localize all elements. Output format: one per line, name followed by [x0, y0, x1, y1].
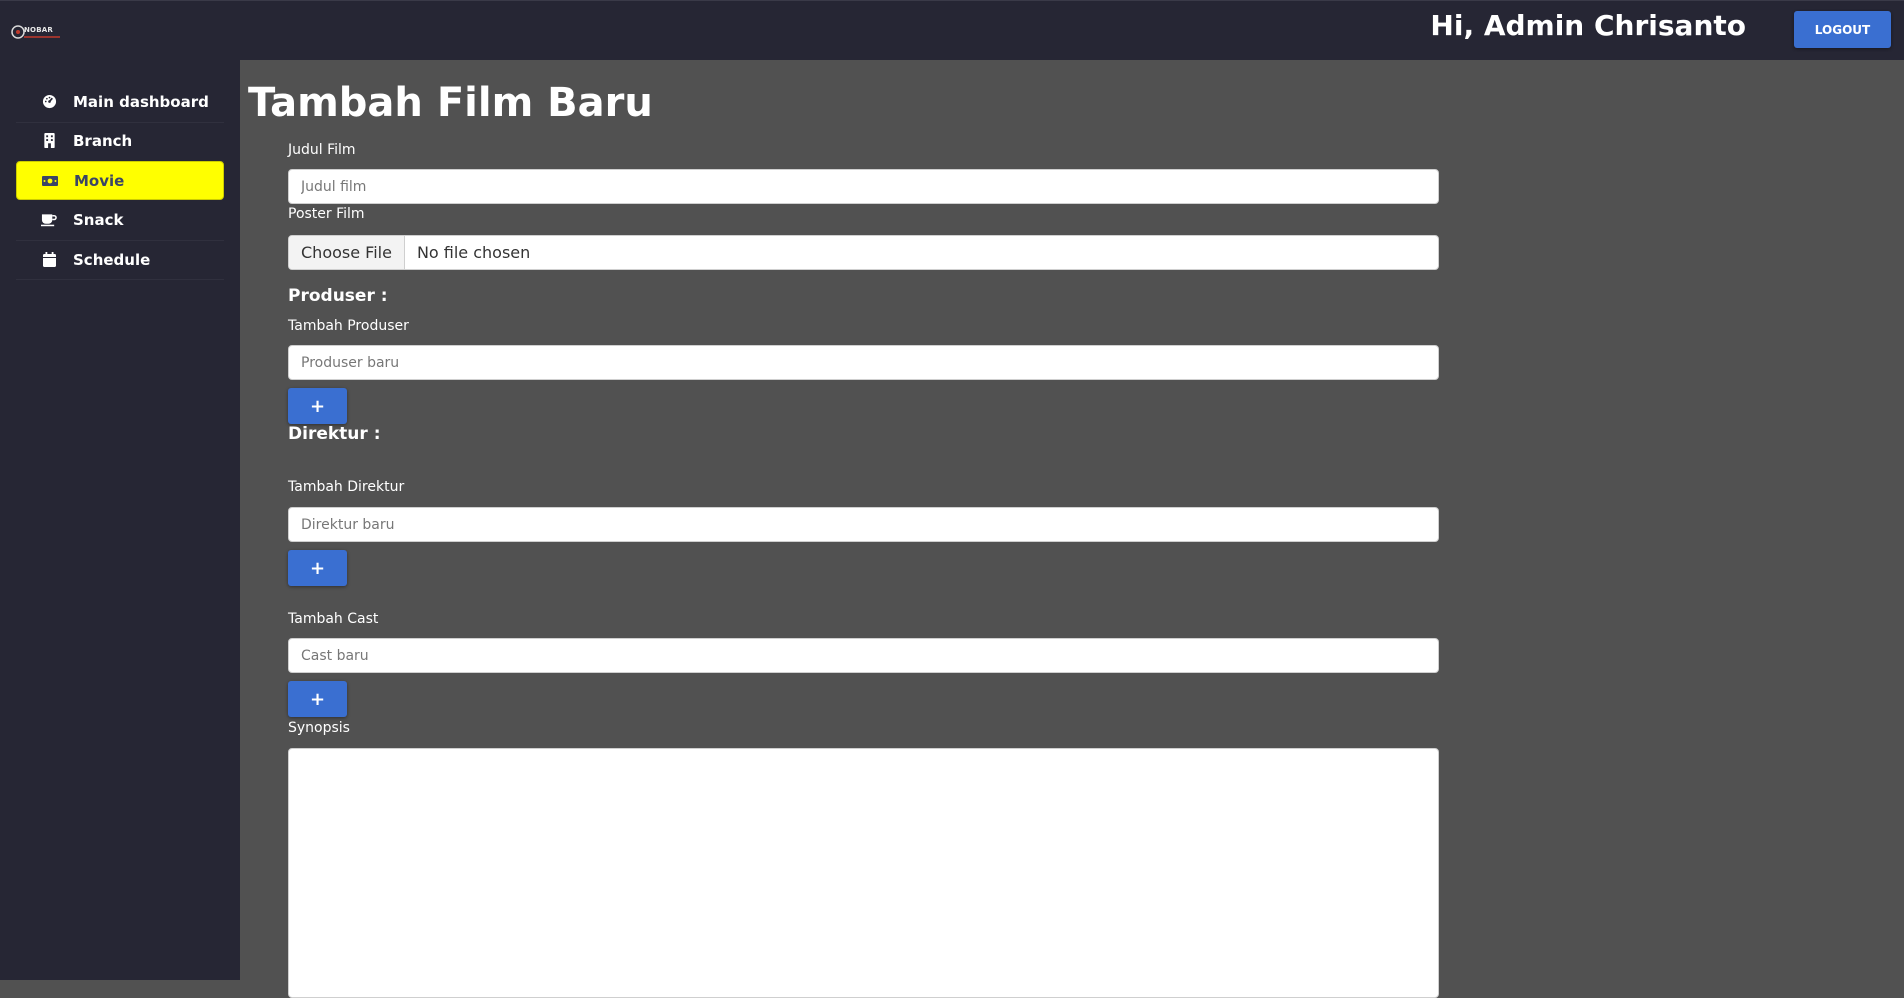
synopsis-textarea[interactable]: [288, 748, 1439, 998]
sidebar-item-label: Main dashboard: [73, 92, 209, 111]
produser-input[interactable]: [288, 345, 1439, 380]
sidebar-item-movie[interactable]: Movie: [16, 161, 224, 200]
choose-file-button[interactable]: Choose File: [289, 236, 405, 269]
file-status-text: No file chosen: [416, 243, 531, 262]
sidebar-item-branch[interactable]: Branch: [16, 121, 224, 160]
money-bill-icon: [42, 173, 58, 189]
sidebar-item-schedule[interactable]: Schedule: [16, 240, 224, 279]
sidebar-item-label: Movie: [74, 171, 125, 190]
add-cast-button[interactable]: +: [288, 681, 347, 717]
direktur-section-heading: Direktur :: [288, 424, 381, 444]
poster-file-input[interactable]: Choose File No file chosen: [288, 235, 1439, 270]
add-direktur-button[interactable]: +: [288, 550, 347, 586]
brand-logo[interactable]: NOBAR: [10, 23, 64, 41]
greeting-text: Hi, Admin Chrisanto: [1430, 9, 1746, 42]
top-bar: NOBAR Hi, Admin Chrisanto LOGOUT: [0, 0, 1904, 60]
add-produser-button[interactable]: +: [288, 388, 347, 424]
tambah-cast-label: Tambah Cast: [288, 611, 379, 627]
judul-film-label: Judul Film: [288, 142, 356, 158]
sidebar-item-main-dashboard[interactable]: Main dashboard: [16, 82, 224, 121]
building-icon: [41, 133, 57, 149]
sidebar-item-label: Schedule: [73, 250, 151, 269]
synopsis-label: Synopsis: [288, 720, 350, 736]
sidebar-item-snack[interactable]: Snack: [16, 200, 224, 239]
tambah-direktur-label: Tambah Direktur: [288, 479, 405, 495]
poster-film-label: Poster Film: [288, 206, 365, 222]
calendar-icon: [41, 252, 57, 268]
sidebar-item-label: Branch: [73, 131, 133, 150]
cast-input[interactable]: [288, 638, 1439, 673]
logo-text: NOBAR: [24, 26, 53, 34]
sidebar-divider: [16, 279, 224, 280]
sidebar-item-label: Snack: [73, 210, 124, 229]
judul-film-input[interactable]: [288, 169, 1439, 204]
page-title: Tambah Film Baru: [248, 80, 653, 126]
gauge-icon: [41, 94, 57, 110]
tambah-produser-label: Tambah Produser: [288, 318, 409, 334]
logout-button[interactable]: LOGOUT: [1794, 11, 1891, 48]
direktur-input[interactable]: [288, 507, 1439, 542]
produser-section-heading: Produser :: [288, 286, 388, 306]
coffee-cup-icon: [41, 212, 57, 228]
